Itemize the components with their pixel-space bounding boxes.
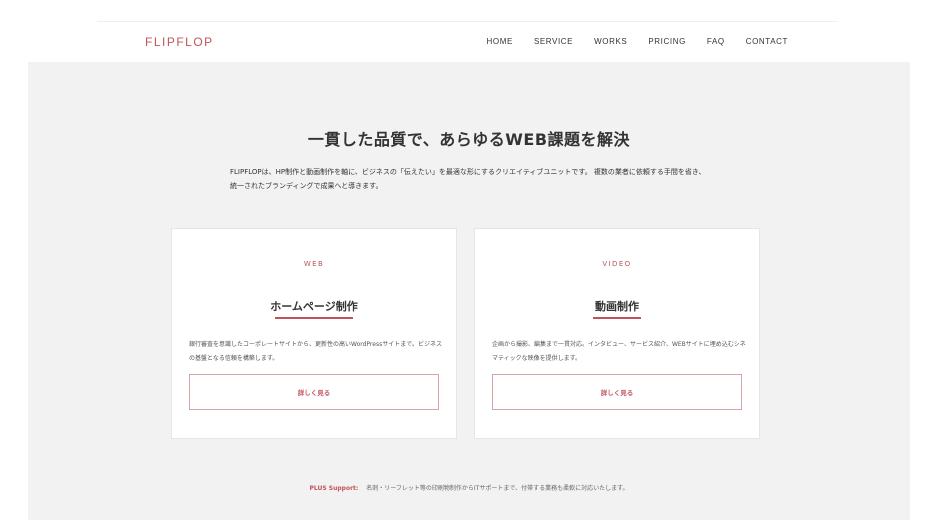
site-logo[interactable]: FLIPFLOP — [145, 35, 214, 49]
nav-pricing[interactable]: PRICING — [648, 37, 686, 46]
card-tag: VIDEO — [602, 260, 632, 268]
video-details-button[interactable]: 詳しく見る — [492, 374, 742, 410]
title-underline — [275, 317, 353, 319]
nav-contact[interactable]: CONTACT — [746, 37, 788, 46]
web-details-button[interactable]: 詳しく見る — [189, 374, 439, 410]
page: FLIPFLOP HOME SERVICE WORKS PRICING FAQ … — [0, 0, 940, 529]
support-label: PLUS Support: — [309, 485, 359, 492]
nav-home[interactable]: HOME — [487, 37, 513, 46]
card-title: ホームページ制作 — [270, 300, 358, 313]
nav-works[interactable]: WORKS — [594, 37, 627, 46]
card-description: 企画から撮影、編集まで一貫対応。インタビュー、サービス紹介、WEBサイトに埋め込… — [492, 341, 746, 362]
nav-faq[interactable]: FAQ — [707, 37, 725, 46]
title-underline — [593, 317, 641, 319]
plus-support-note: PLUS Support: 名刺・リーフレット等の印刷物制作からITサポートまで… — [28, 483, 910, 492]
card-tag: WEB — [303, 260, 325, 268]
card-description: 銀行審査を意識したコーポレートサイトから、更新性の高いWordPressサイトま… — [189, 341, 442, 362]
support-text: 名刺・リーフレット等の印刷物制作からITサポートまで、付帯する業務も柔軟に対応い… — [366, 485, 629, 492]
section-intro: FLIPFLOPは、HP制作と動画制作を軸に、ビジネスの「伝えたい」を最適な形に… — [230, 168, 706, 190]
card-title: 動画制作 — [595, 300, 639, 313]
video-service-card: VIDEO 動画制作 企画から撮影、編集まで一貫対応。インタビュー、サービス紹介… — [474, 228, 760, 439]
section-headline: 一貫した品質で、あらゆるWEB課題を解決 — [307, 130, 631, 149]
main-nav: HOME SERVICE WORKS PRICING FAQ CONTACT — [487, 37, 788, 46]
web-service-card: WEB ホームページ制作 銀行審査を意識したコーポレートサイトから、更新性の高い… — [171, 228, 457, 439]
nav-service[interactable]: SERVICE — [534, 37, 573, 46]
site-header: FLIPFLOP HOME SERVICE WORKS PRICING FAQ … — [97, 22, 838, 62]
service-section: 一貫した品質で、あらゆるWEB課題を解決 FLIPFLOPは、HP制作と動画制作… — [28, 62, 910, 520]
